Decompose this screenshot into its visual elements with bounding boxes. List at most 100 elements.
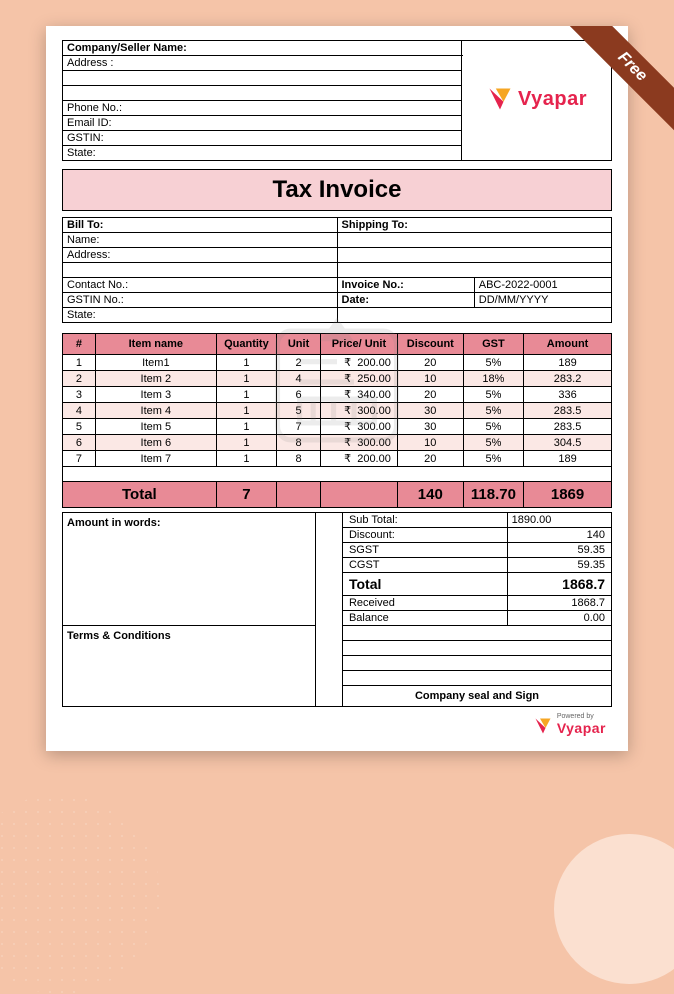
cell-unit: 5 bbox=[277, 403, 321, 419]
table-row: 4Item 415₹ 300.00305%283.5 bbox=[63, 403, 612, 419]
bg-decor-blob bbox=[554, 834, 674, 984]
summary-table: Amount in words: Sub Total: 1890.00 Disc… bbox=[62, 512, 612, 707]
cell-qty: 1 bbox=[216, 419, 276, 435]
billto-gstin-label: GSTIN No.: bbox=[63, 293, 338, 308]
billto-name-label: Name: bbox=[63, 233, 338, 248]
items-header-row: # Item name Quantity Unit Price/ Unit Di… bbox=[63, 334, 612, 355]
date-value: DD/MM/YYYY bbox=[474, 293, 611, 308]
amount-in-words-label: Amount in words: bbox=[63, 513, 316, 626]
col-qty: Quantity bbox=[216, 334, 276, 355]
cell-price: ₹ 250.00 bbox=[321, 371, 398, 387]
cell-gst: 5% bbox=[463, 451, 523, 467]
cell-amount: 283.5 bbox=[524, 403, 612, 419]
col-name: Item name bbox=[95, 334, 216, 355]
cell-price: ₹ 300.00 bbox=[321, 435, 398, 451]
received-value: 1868.7 bbox=[507, 596, 611, 611]
table-row: 6Item 618₹ 300.00105%304.5 bbox=[63, 435, 612, 451]
cell-amount: 283.2 bbox=[524, 371, 612, 387]
subtotal-label: Sub Total: bbox=[342, 513, 507, 528]
col-num: # bbox=[63, 334, 96, 355]
cell-gst: 5% bbox=[463, 355, 523, 371]
grandtotal-label: Total bbox=[342, 573, 507, 596]
cgst-label: CGST bbox=[342, 558, 507, 573]
sgst-label: SGST bbox=[342, 543, 507, 558]
cell-discount: 10 bbox=[397, 371, 463, 387]
address-label: Address : bbox=[63, 56, 462, 71]
cell-gst: 18% bbox=[463, 371, 523, 387]
cell-amount: 189 bbox=[524, 451, 612, 467]
cell-name: Item 5 bbox=[95, 419, 216, 435]
invoice-page: Company/Seller Name: Vyapar Address : Ph… bbox=[46, 26, 628, 751]
terms-label: Terms & Conditions bbox=[63, 626, 316, 707]
total-amount: 1869 bbox=[524, 482, 612, 508]
cell-num: 7 bbox=[63, 451, 96, 467]
cell-unit: 6 bbox=[277, 387, 321, 403]
grandtotal-value: 1868.7 bbox=[507, 573, 611, 596]
table-row: 5Item 517₹ 300.00305%283.5 bbox=[63, 419, 612, 435]
cell-qty: 1 bbox=[216, 435, 276, 451]
cell-qty: 1 bbox=[216, 403, 276, 419]
cgst-value: 59.35 bbox=[507, 558, 611, 573]
cell-num: 1 bbox=[63, 355, 96, 371]
total-gst: 118.70 bbox=[463, 482, 523, 508]
cell-price: ₹ 300.00 bbox=[321, 403, 398, 419]
date-label: Date: bbox=[337, 293, 474, 308]
col-gst: GST bbox=[463, 334, 523, 355]
col-unit: Unit bbox=[277, 334, 321, 355]
cell-gst: 5% bbox=[463, 387, 523, 403]
received-label: Received bbox=[342, 596, 507, 611]
col-amount: Amount bbox=[524, 334, 612, 355]
title-table: Tax Invoice bbox=[62, 169, 612, 211]
cell-discount: 30 bbox=[397, 419, 463, 435]
cell-num: 6 bbox=[63, 435, 96, 451]
cell-price: ₹ 340.00 bbox=[321, 387, 398, 403]
cell-unit: 4 bbox=[277, 371, 321, 387]
subtotal-value: 1890.00 bbox=[507, 513, 611, 528]
powered-by-text: Powered by bbox=[557, 713, 606, 720]
cell-price: ₹ 300.00 bbox=[321, 419, 398, 435]
billto-contact-label: Contact No.: bbox=[63, 278, 338, 293]
cell-gst: 5% bbox=[463, 419, 523, 435]
cell-amount: 189 bbox=[524, 355, 612, 371]
state-label: State: bbox=[63, 146, 462, 161]
cell-name: Item 7 bbox=[95, 451, 216, 467]
cell-unit: 7 bbox=[277, 419, 321, 435]
cell-qty: 1 bbox=[216, 371, 276, 387]
discount-label: Discount: bbox=[342, 528, 507, 543]
cell-gst: 5% bbox=[463, 435, 523, 451]
bg-decor-dots bbox=[0, 794, 160, 994]
sgst-value: 59.35 bbox=[507, 543, 611, 558]
total-qty: 7 bbox=[216, 482, 276, 508]
phone-label: Phone No.: bbox=[63, 101, 462, 116]
total-label: Total bbox=[63, 482, 217, 508]
email-label: Email ID: bbox=[63, 116, 462, 131]
balance-label: Balance bbox=[342, 611, 507, 626]
sign-label: Company seal and Sign bbox=[342, 686, 611, 707]
cell-name: Item 2 bbox=[95, 371, 216, 387]
table-row: 2Item 214₹ 250.001018%283.2 bbox=[63, 371, 612, 387]
cell-num: 2 bbox=[63, 371, 96, 387]
free-ribbon-label: Free bbox=[558, 26, 674, 141]
shipto-heading: Shipping To: bbox=[337, 218, 612, 233]
cell-name: Item 3 bbox=[95, 387, 216, 403]
col-price: Price/ Unit bbox=[321, 334, 398, 355]
discount-value: 140 bbox=[507, 528, 611, 543]
billto-state-label: State: bbox=[63, 308, 338, 323]
table-row: 1Item112₹ 200.00205%189 bbox=[63, 355, 612, 371]
invoice-title: Tax Invoice bbox=[63, 170, 612, 211]
cell-discount: 20 bbox=[397, 355, 463, 371]
vyapar-logo-small: Powered by Vyapar bbox=[533, 713, 606, 738]
cell-qty: 1 bbox=[216, 355, 276, 371]
seller-info-table: Company/Seller Name: Vyapar Address : Ph… bbox=[62, 40, 612, 161]
billto-heading: Bill To: bbox=[63, 218, 338, 233]
invoice-no-value: ABC-2022-0001 bbox=[474, 278, 611, 293]
company-name-label: Company/Seller Name: bbox=[63, 41, 462, 56]
billship-table: Bill To: Shipping To: Name: Address: Con… bbox=[62, 217, 612, 323]
free-ribbon: Free bbox=[554, 26, 674, 146]
cell-amount: 336 bbox=[524, 387, 612, 403]
invoice-no-label: Invoice No.: bbox=[337, 278, 474, 293]
totals-row: Total 7 140 118.70 1869 bbox=[63, 482, 612, 508]
cell-amount: 304.5 bbox=[524, 435, 612, 451]
cell-name: Item 4 bbox=[95, 403, 216, 419]
vyapar-logo-icon bbox=[486, 85, 514, 113]
